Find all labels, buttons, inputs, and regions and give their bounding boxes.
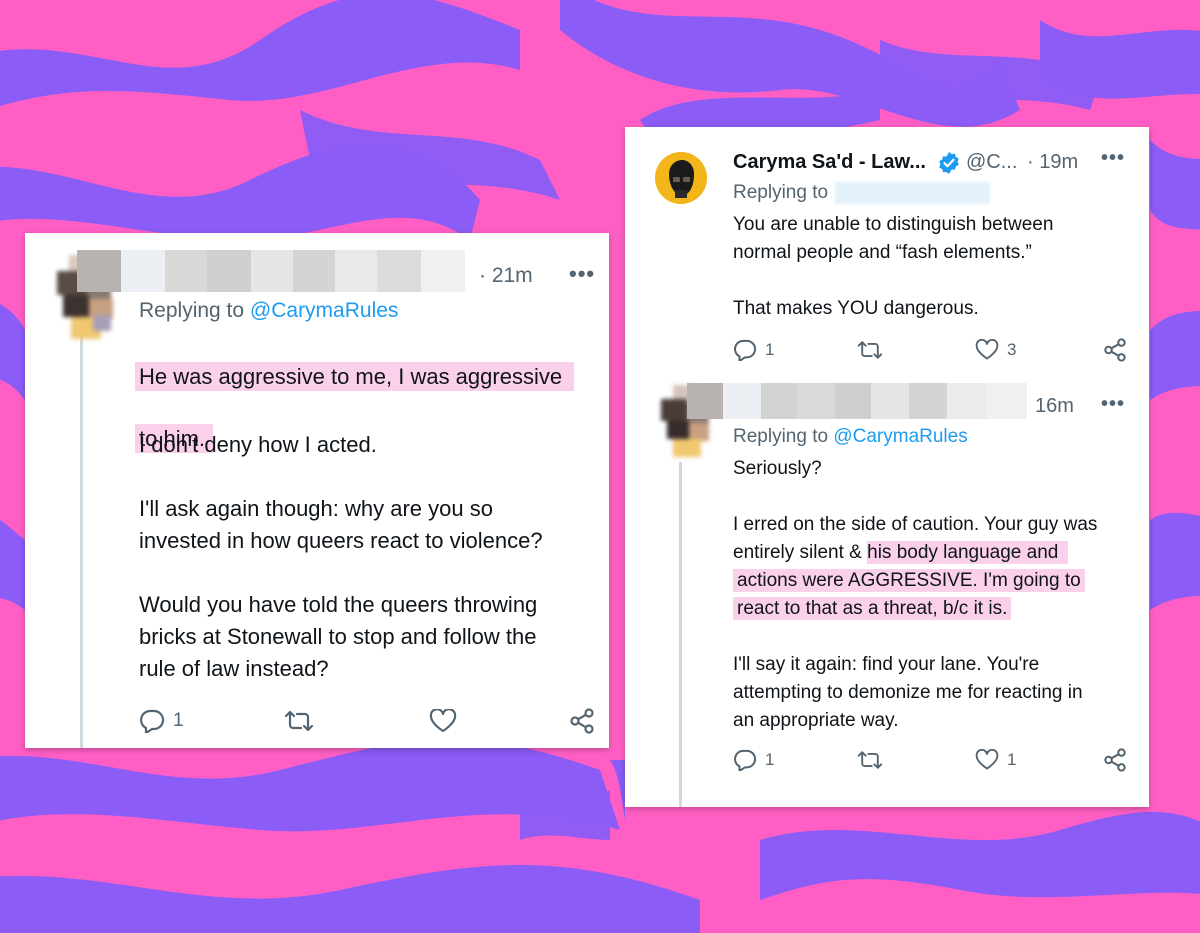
body-line-3-plain: entirely silent & xyxy=(733,542,868,563)
tweet-time[interactable]: · 19m xyxy=(1027,151,1078,174)
heart-icon xyxy=(975,749,999,770)
like-count: 3 xyxy=(1007,340,1017,359)
replying-prefix: Replying to xyxy=(139,299,245,322)
highlight-line-1: He was aggressive to me, I was aggressiv… xyxy=(135,362,575,391)
reply-count: 1 xyxy=(173,710,184,731)
tweet-card-right: Caryma Sa'd - Law... @C... · 19m ••• Rep… xyxy=(625,127,1149,807)
replying-to: Replying to @CarymaRules xyxy=(733,426,968,448)
reply-count: 1 xyxy=(765,750,775,769)
replying-handle-link[interactable]: @CarymaRules xyxy=(250,299,399,322)
reply-count: 1 xyxy=(765,340,775,359)
tweet-actions: 1 3 xyxy=(733,337,1133,363)
replying-to: Replying to xyxy=(733,182,828,204)
share-icon xyxy=(1104,748,1126,772)
retweet-button[interactable] xyxy=(857,339,975,361)
reply-button[interactable]: 1 xyxy=(733,339,857,361)
tweet-time[interactable]: 16m xyxy=(1035,395,1074,418)
tweet-body: You are unable to distinguish between no… xyxy=(733,214,1054,319)
tweet-actions: 1 1 xyxy=(733,747,1133,773)
replying-to: Replying to @CarymaRules xyxy=(139,299,398,323)
like-button[interactable] xyxy=(429,709,569,733)
like-button[interactable]: 1 xyxy=(975,749,1103,771)
user-handle[interactable]: @C... xyxy=(966,151,1017,174)
replying-prefix: Replying to xyxy=(733,182,829,203)
heart-icon xyxy=(975,339,999,360)
like-count: 1 xyxy=(1007,750,1017,769)
avatar[interactable] xyxy=(655,152,707,204)
retweet-button[interactable] xyxy=(284,709,429,733)
retweet-icon xyxy=(284,710,314,732)
reply-button[interactable]: 1 xyxy=(733,749,857,771)
more-icon[interactable]: ••• xyxy=(1101,393,1125,416)
tweet-card-left: · 21m ••• Replying to @CarymaRules He wa… xyxy=(25,233,609,748)
reply-icon xyxy=(734,749,757,771)
body-end: I'll say it again: find your lane. You'r… xyxy=(733,654,1083,731)
blurred-display-name xyxy=(77,250,465,292)
blurred-handle[interactable] xyxy=(835,182,990,204)
more-icon[interactable]: ••• xyxy=(569,261,595,287)
tweet-body: I don't deny how I acted. I'll ask again… xyxy=(139,432,543,681)
retweet-icon xyxy=(857,751,883,769)
verified-badge-icon xyxy=(939,152,959,174)
share-icon xyxy=(570,708,594,734)
reply-icon xyxy=(140,709,165,733)
retweet-button[interactable] xyxy=(857,749,975,771)
reply-button[interactable]: 1 xyxy=(139,709,284,733)
thread-line xyxy=(80,333,83,748)
replying-prefix: Replying to xyxy=(733,426,829,447)
display-name[interactable]: Caryma Sa'd - Law... xyxy=(733,151,926,174)
share-button[interactable] xyxy=(1103,748,1127,772)
tweet-time[interactable]: · 21m xyxy=(479,264,533,288)
body-line-1: Seriously? xyxy=(733,458,822,479)
share-button[interactable] xyxy=(1103,338,1127,362)
body-line-2: I erred on the side of caution. Your guy… xyxy=(733,514,1098,535)
heart-icon xyxy=(429,709,457,733)
tweet-actions: 1 xyxy=(139,706,599,736)
highlight-line-2: actions were AGGRESSIVE. I'm going to xyxy=(733,569,1085,592)
blurred-display-name xyxy=(687,383,1027,419)
thread-line xyxy=(679,462,682,807)
like-button[interactable]: 3 xyxy=(975,339,1103,361)
highlight-line-1: his body language and xyxy=(867,541,1069,564)
more-icon[interactable]: ••• xyxy=(1101,147,1125,170)
tweet-body: Seriously? I erred on the side of cautio… xyxy=(733,455,1143,735)
replying-handle-link[interactable]: @CarymaRules xyxy=(833,426,967,447)
retweet-icon xyxy=(857,341,883,359)
share-button[interactable] xyxy=(569,708,595,734)
share-icon xyxy=(1104,338,1126,362)
reply-icon xyxy=(734,339,757,361)
highlight-line-3: react to that as a threat, b/c it is. xyxy=(733,597,1012,620)
